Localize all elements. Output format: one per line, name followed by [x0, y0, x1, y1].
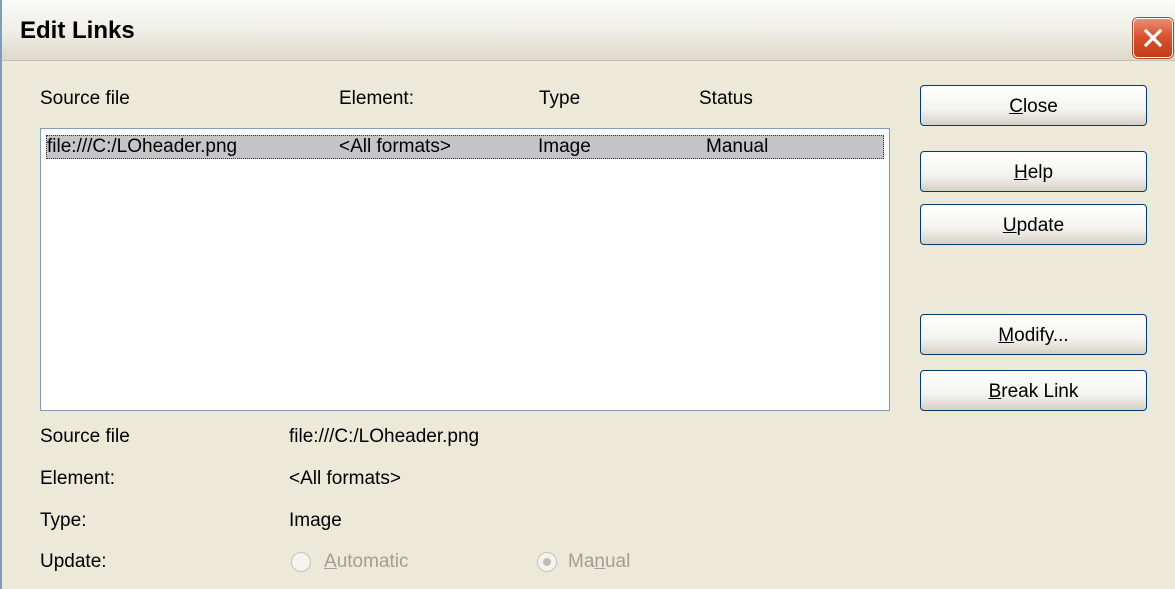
detail-element-value: <All formats>: [289, 468, 401, 489]
links-list[interactable]: file:///C:/LOheader.png <All formats> Im…: [40, 128, 890, 411]
header-status[interactable]: Status: [699, 88, 753, 110]
modify-accel: M: [998, 325, 1015, 346]
modify-label: odify...: [1014, 325, 1069, 346]
radio-selected-dot-icon: [543, 558, 551, 566]
manual-radio-label: Manual: [568, 551, 630, 573]
help-label: elp: [1027, 162, 1054, 183]
detail-update-label: Update:: [40, 551, 107, 572]
header-source-file[interactable]: Source file: [40, 88, 130, 110]
break-link-accel: B: [988, 381, 1002, 402]
detail-type-label: Type:: [40, 510, 87, 531]
manual-radio[interactable]: [537, 552, 557, 572]
close-label: lose: [1022, 96, 1058, 117]
update-label: pdate: [1016, 215, 1065, 236]
detail-element-label: Element:: [40, 468, 115, 489]
automatic-radio-label: Automatic: [324, 551, 409, 573]
row-type: Image: [538, 136, 591, 157]
update-accel: U: [1002, 215, 1017, 236]
help-accel: H: [1013, 162, 1028, 183]
break-link-label: reak Link: [1001, 381, 1079, 402]
close-x-icon[interactable]: [1133, 18, 1173, 58]
detail-source-label: Source file: [40, 426, 130, 447]
close-button[interactable]: Close: [920, 85, 1147, 126]
modify-button[interactable]: Modify...: [920, 314, 1147, 355]
automatic-accel: A: [324, 551, 337, 572]
help-button[interactable]: Help: [920, 151, 1147, 192]
manual-text-rest: ual: [604, 551, 631, 572]
row-status: Manual: [706, 136, 769, 157]
title-bar[interactable]: Edit Links: [2, 0, 1175, 61]
header-element[interactable]: Element:: [339, 88, 414, 110]
edit-links-dialog: Edit Links Source file Element: Type Sta…: [0, 0, 1175, 589]
update-button[interactable]: Update: [920, 204, 1147, 245]
window-title: Edit Links: [20, 17, 135, 44]
table-row[interactable]: file:///C:/LOheader.png <All formats> Im…: [46, 135, 884, 159]
manual-accel: n: [594, 551, 605, 572]
automatic-text: utomatic: [336, 551, 409, 572]
detail-type-value: Image: [289, 510, 342, 531]
row-source-file: file:///C:/LOheader.png: [47, 136, 238, 157]
header-type[interactable]: Type: [539, 88, 580, 110]
break-link-button[interactable]: Break Link: [920, 370, 1147, 411]
automatic-radio[interactable]: [291, 552, 311, 572]
dialog-body: Source file Element: Type Status file://…: [2, 60, 1175, 589]
close-accel: C: [1009, 96, 1023, 117]
detail-source-value: file:///C:/LOheader.png: [289, 426, 480, 447]
manual-text-pre: Ma: [568, 551, 595, 572]
row-element: <All formats>: [339, 136, 451, 157]
